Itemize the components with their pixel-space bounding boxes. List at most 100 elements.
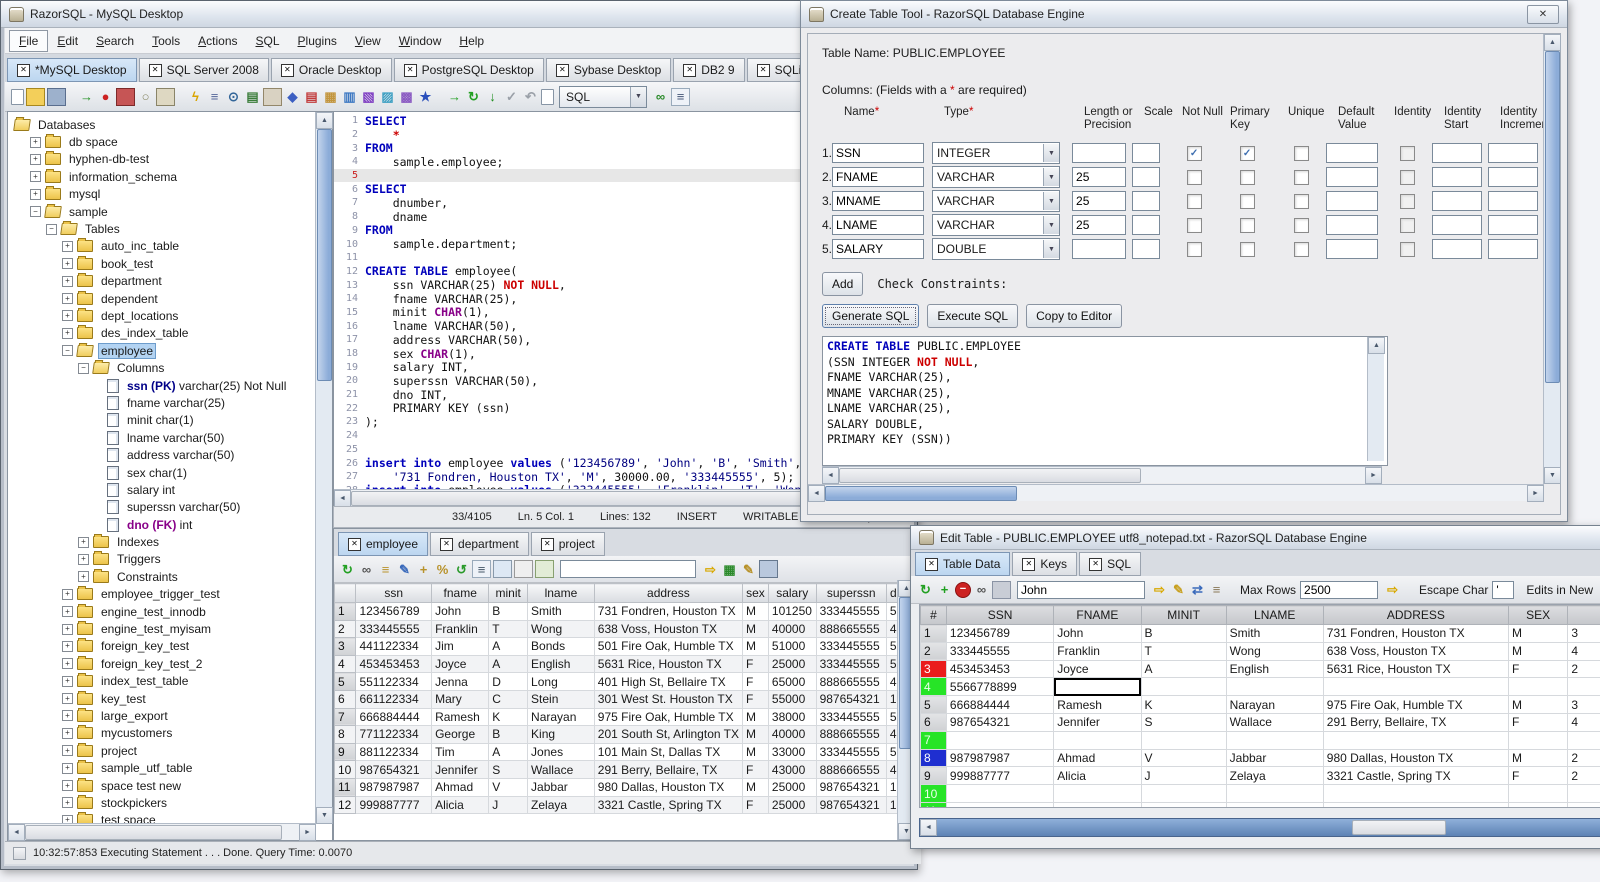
cell[interactable]: 25000 — [767, 777, 817, 797]
cell[interactable]: 333445555 — [815, 637, 887, 656]
tree-item[interactable]: + project — [12, 742, 315, 759]
menu-item-sql[interactable]: SQL — [247, 31, 289, 51]
connection-tab-postgresql-desktop[interactable]: ✕ PostgreSQL Desktop — [393, 58, 544, 82]
tab-close-icon[interactable]: ✕ — [925, 557, 938, 571]
tree-item[interactable]: − sample — [12, 203, 315, 220]
tree-expander[interactable]: + — [30, 136, 41, 148]
view-row-icon[interactable]: ∞ — [358, 561, 375, 577]
cell[interactable]: 1 — [334, 602, 357, 621]
tree-item[interactable]: − Tables — [12, 220, 315, 237]
cell[interactable]: M — [1507, 641, 1569, 661]
cell[interactable]: F — [742, 760, 769, 779]
delete-row-icon[interactable]: − — [955, 581, 971, 598]
filter-icon[interactable]: ≡ — [377, 561, 394, 577]
cell[interactable] — [1322, 677, 1509, 697]
new-connection-icon[interactable]: ● — [97, 89, 114, 105]
cell[interactable] — [1567, 677, 1600, 697]
export-icon[interactable]: ▤ — [244, 89, 261, 105]
commit-icon[interactable]: ✓ — [503, 89, 520, 105]
connection-tab-sql-server-2008[interactable]: ✕ SQL Server 2008 — [138, 58, 269, 82]
history-icon[interactable] — [541, 88, 554, 105]
cell[interactable]: A — [488, 742, 529, 762]
tree-vertical-scrollbar[interactable]: ▲ ▼ — [315, 112, 333, 824]
table-row[interactable]: 8 771122334 George B King 201 South St, Arlin… — [334, 725, 914, 744]
menu-item-search[interactable]: Search — [87, 31, 143, 51]
tree-item[interactable]: − employee — [12, 342, 315, 359]
preview-vertical-scrollbar[interactable]: ▲ — [1367, 337, 1385, 461]
tree-horizontal-scrollbar[interactable]: ◄ ► — [8, 823, 316, 841]
cell[interactable]: 987654321 — [815, 689, 887, 709]
tree-item[interactable]: Databases — [12, 116, 315, 133]
scroll-left-button[interactable]: ◄ — [920, 819, 937, 836]
tree-expander[interactable]: + — [62, 658, 73, 670]
unique-checkbox[interactable] — [1293, 193, 1309, 209]
tree-item[interactable]: + engine_test_innodb — [12, 603, 315, 620]
cell[interactable]: 40000 — [767, 725, 817, 744]
new-document-icon[interactable] — [11, 88, 24, 105]
cell[interactable]: Alicia — [1053, 766, 1142, 786]
cell[interactable]: 3 — [1567, 695, 1600, 714]
cell[interactable] — [1322, 784, 1509, 803]
generate-ddl-icon[interactable]: ▩ — [398, 89, 415, 105]
tree-expander[interactable]: + — [62, 293, 73, 305]
identity-start-input[interactable] — [1432, 143, 1483, 163]
cell[interactable] — [1322, 730, 1509, 750]
cell[interactable]: Jennifer — [431, 760, 490, 779]
cell[interactable]: S — [488, 760, 529, 779]
cell[interactable]: George — [431, 725, 490, 744]
tree-item[interactable]: + Triggers — [12, 551, 315, 568]
connect-icon[interactable]: → — [78, 89, 95, 105]
tree-expander[interactable]: + — [62, 240, 73, 252]
save-results-icon[interactable] — [759, 560, 778, 578]
find-next-icon[interactable]: ⇨ — [1151, 582, 1168, 598]
scrollbar-thumb[interactable] — [839, 468, 1141, 483]
dialog-vertical-scrollbar[interactable]: ▲ ▼ — [1543, 34, 1561, 484]
find-icon[interactable]: ⊙ — [225, 89, 242, 105]
chevron-down-icon[interactable]: ▼ — [1043, 144, 1060, 162]
cell[interactable]: 975 Fire Oak, Humble TX — [593, 707, 744, 727]
cell[interactable]: Smith — [1225, 624, 1324, 643]
tree-expander[interactable]: + — [30, 153, 41, 165]
cell[interactable] — [945, 730, 1055, 750]
cell[interactable]: 291 Berry, Bellaire, TX — [593, 760, 744, 779]
cell[interactable]: 731 Fondren, Houston TX — [593, 602, 744, 621]
tree-item[interactable]: + test space — [12, 812, 315, 823]
tree-item[interactable]: + des_index_table — [12, 325, 315, 342]
length-input[interactable] — [1072, 239, 1127, 259]
view-icon[interactable]: ∞ — [973, 582, 990, 598]
cell[interactable]: A — [1140, 659, 1227, 679]
cell[interactable]: M — [1507, 748, 1569, 768]
column-header[interactable]: fname — [431, 583, 490, 603]
cell[interactable] — [1053, 801, 1142, 807]
column-header[interactable]: lname — [527, 583, 595, 603]
column-header[interactable]: address — [593, 583, 744, 603]
edit-tab-keys[interactable]: ✕ Keys — [1012, 552, 1078, 576]
disconnect-icon[interactable] — [116, 87, 135, 106]
cell[interactable]: 987987987 — [945, 748, 1055, 768]
cell[interactable]: A — [488, 637, 529, 656]
cell[interactable] — [1140, 801, 1227, 807]
row-number-cell[interactable]: 11 — [920, 801, 947, 807]
tree-item[interactable]: lname varchar(50) — [12, 429, 315, 446]
create-table-titlebar[interactable]: Create Table Tool - RazorSQL Database En… — [801, 1, 1567, 28]
unique-checkbox[interactable] — [1293, 217, 1309, 233]
cell[interactable]: 5631 Rice, Houston TX — [1322, 659, 1509, 679]
tree-expander[interactable]: − — [62, 345, 73, 357]
tree-expander[interactable]: − — [30, 206, 41, 218]
not-null-checkbox[interactable] — [1186, 241, 1202, 257]
cell[interactable]: F — [742, 654, 769, 674]
primary-key-checkbox[interactable] — [1239, 193, 1255, 209]
column-header[interactable]: FNAME — [1053, 605, 1142, 625]
cell[interactable]: 333445555 — [815, 707, 887, 727]
connection-settings-icon[interactable]: ○ — [137, 89, 154, 105]
length-input[interactable] — [1072, 167, 1127, 187]
tab-close-icon[interactable]: ✕ — [1022, 557, 1036, 571]
edit-tab-sql[interactable]: ✕ SQL — [1079, 552, 1142, 576]
default-value-input[interactable] — [1326, 239, 1379, 259]
scroll-right-button[interactable]: ► — [1365, 467, 1382, 484]
cell[interactable]: V — [488, 777, 529, 797]
tree-expander[interactable]: + — [62, 745, 73, 757]
cell[interactable]: 123456789 — [355, 602, 433, 621]
cell[interactable]: 101 Main St, Dallas TX — [593, 742, 744, 762]
cell[interactable]: 453453453 — [355, 654, 433, 674]
